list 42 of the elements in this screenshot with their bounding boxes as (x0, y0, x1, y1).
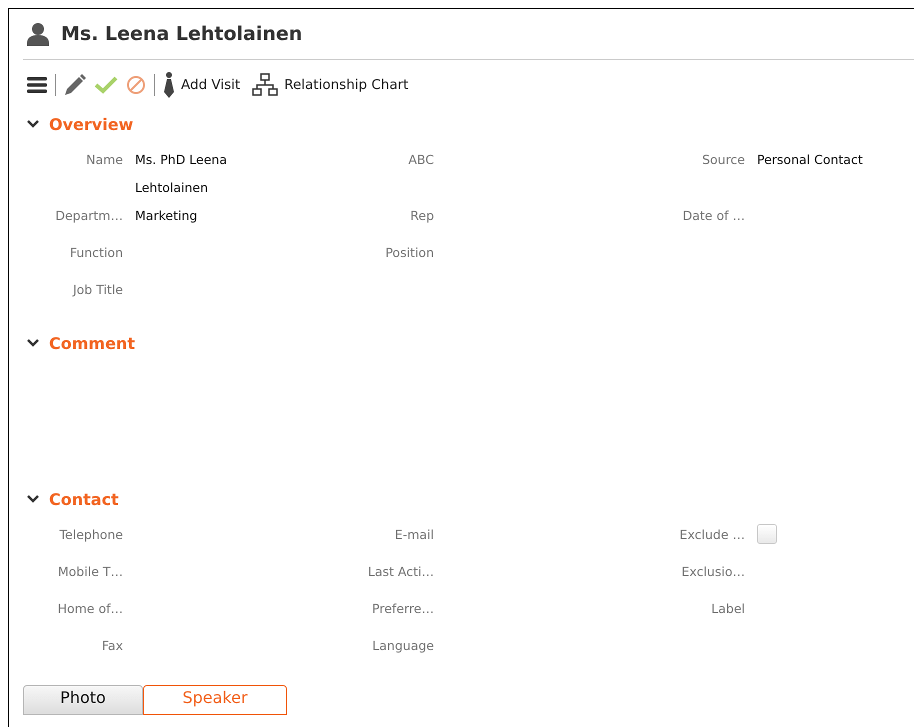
field-label: Rep (409, 207, 434, 225)
field-label: E-mail (394, 526, 434, 544)
field-label: Name (85, 151, 123, 169)
add-visit-button[interactable]: Add Visit (163, 72, 244, 98)
chevron-icon (27, 495, 39, 503)
field-value: Personal Contact (757, 151, 864, 169)
field-label: Telephone (58, 526, 123, 544)
section-header[interactable]: Contact (23, 485, 119, 513)
tie-icon (163, 72, 175, 98)
menu-icon[interactable] (27, 76, 47, 94)
field-label: Preferre… (371, 600, 434, 618)
field-label: Home of… (56, 600, 123, 618)
field-label: Position (384, 244, 434, 262)
chevron-icon (27, 120, 39, 128)
field-label: Mobile T… (56, 563, 123, 581)
field-label: ABC (407, 151, 434, 169)
field-label: Last Acti… (366, 563, 434, 581)
tab[interactable]: Speaker (143, 685, 287, 715)
field-label: Exclusio… (680, 563, 745, 581)
hierarchy-icon (252, 73, 278, 97)
section-header[interactable]: Comment (23, 329, 135, 357)
cancel-icon[interactable] (126, 75, 146, 95)
chevron-icon (27, 339, 39, 347)
tab[interactable]: Photo (23, 685, 143, 715)
field-label: Departm… (54, 207, 123, 225)
field-label: Job Title (71, 281, 123, 299)
field-label: Language (371, 637, 434, 655)
checkmark-icon[interactable] (94, 76, 118, 94)
field-value: Ms. PhD Leena Lehtolainen (135, 151, 228, 197)
field-label: Source (701, 151, 745, 169)
pencil-icon[interactable] (64, 74, 86, 96)
field-label: Fax (100, 637, 123, 655)
field-label: Label (710, 600, 745, 618)
person-icon (27, 22, 49, 46)
section-header[interactable]: Overview (23, 110, 134, 138)
checkbox[interactable] (757, 524, 777, 544)
record-title: Ms. Leena Lehtolainen (61, 23, 302, 45)
field-label: Exclude … (678, 526, 745, 544)
field-value: Marketing (135, 207, 198, 225)
field-label: Date of … (682, 207, 745, 225)
field-label: Function (68, 244, 123, 262)
relationship-chart-button[interactable]: Relationship Chart (252, 73, 412, 97)
